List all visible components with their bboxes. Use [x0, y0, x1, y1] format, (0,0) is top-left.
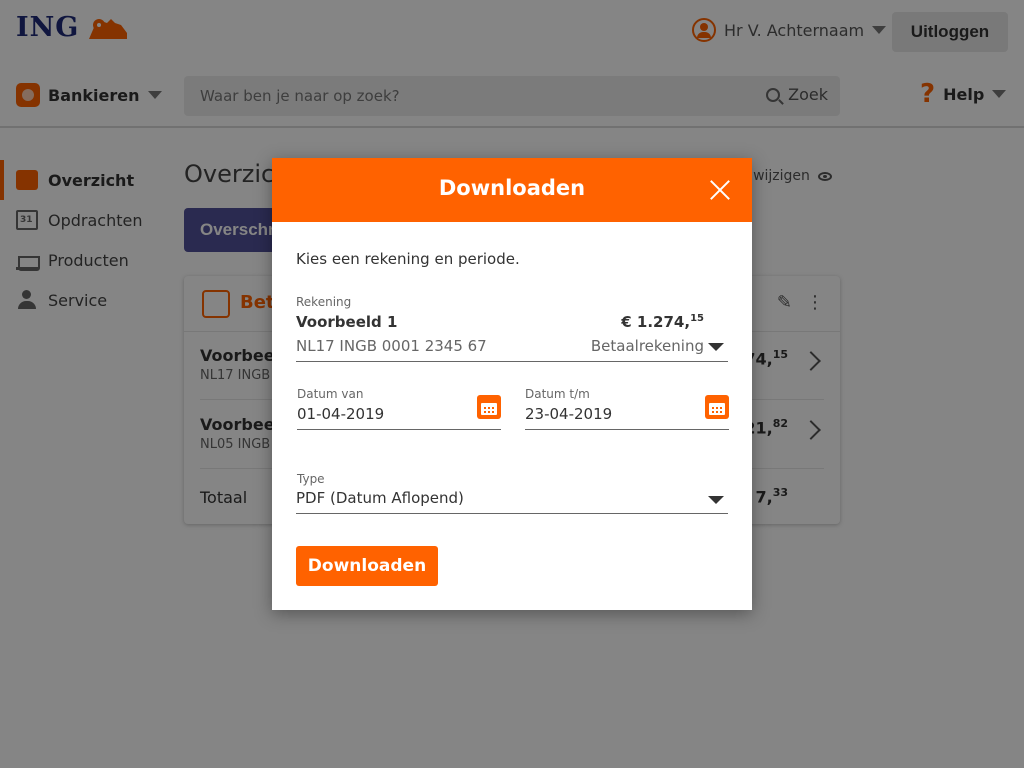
- dialog-intro: Kies een rekening en periode.: [296, 250, 520, 268]
- date-to-value: 23-04-2019: [525, 405, 613, 423]
- selected-account-type: Betaalrekening: [590, 337, 704, 355]
- account-field-label: Rekening: [296, 295, 352, 309]
- account-select[interactable]: Voorbeeld 1 € 1.274,15 NL17 INGB 0001 23…: [296, 310, 728, 362]
- selected-account-amount: € 1.274,15: [621, 313, 704, 331]
- calendar-icon[interactable]: [477, 395, 501, 419]
- date-from-value: 01-04-2019: [297, 405, 385, 423]
- calendar-icon[interactable]: [705, 395, 729, 419]
- download-dialog: Downloaden Kies een rekening en periode.…: [272, 158, 752, 610]
- dialog-title: Downloaden: [438, 176, 586, 200]
- type-select[interactable]: PDF (Datum Aflopend): [296, 488, 728, 514]
- download-button[interactable]: Downloaden: [296, 546, 438, 586]
- date-from-label: Datum van: [297, 387, 364, 401]
- date-to-field[interactable]: 23-04-2019: [525, 395, 729, 430]
- selected-account-iban: NL17 INGB 0001 2345 67: [296, 337, 487, 355]
- chevron-down-icon: [708, 343, 724, 351]
- dialog-header: Downloaden: [272, 158, 752, 222]
- date-to-label: Datum t/m: [525, 387, 590, 401]
- chevron-down-icon: [708, 496, 724, 504]
- close-icon[interactable]: [708, 178, 732, 202]
- type-value: PDF (Datum Aflopend): [296, 489, 464, 507]
- date-from-field[interactable]: 01-04-2019: [297, 395, 501, 430]
- type-label: Type: [297, 472, 325, 486]
- selected-account-name: Voorbeeld 1: [296, 313, 398, 331]
